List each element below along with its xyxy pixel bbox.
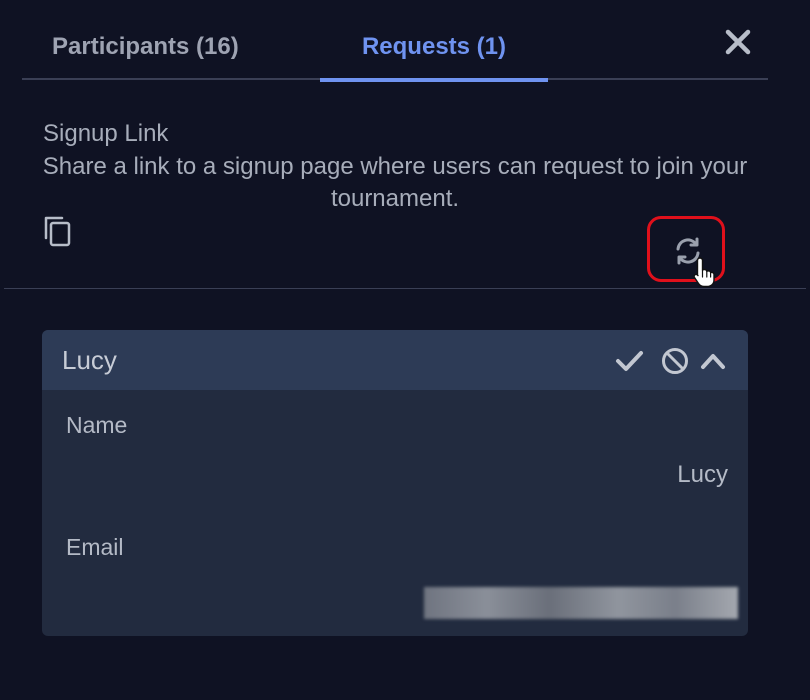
request-card: Lucy Name Lucy Email [42,330,748,636]
request-panel: Participants (16) Requests (1) Signup Li… [0,0,810,700]
collapse-button[interactable] [698,346,728,376]
active-tab-indicator [320,78,548,82]
approve-button[interactable] [614,346,644,376]
chevron-up-icon [701,354,725,369]
reject-button[interactable] [660,346,690,376]
close-icon [725,29,751,55]
tab-bar: Participants (16) Requests (1) [22,22,768,82]
section-divider [4,288,806,289]
checkmark-icon [616,351,643,371]
name-field-label: Name [66,412,128,438]
signup-link-description: Share a link to a signup page where user… [42,153,748,212]
block-icon [662,348,688,374]
request-card-header[interactable]: Lucy [42,330,748,390]
copy-link-button[interactable] [42,214,74,248]
email-field-value [424,587,738,619]
close-button[interactable] [722,26,754,58]
email-field-label: Email [66,534,124,560]
copy-icon [44,216,71,247]
request-card-title: Lucy [62,345,117,375]
tab-participants[interactable]: Participants (16) [52,32,239,76]
tab-requests-label: Requests (1) [361,33,507,60]
signup-link-label: Signup Link [43,120,169,147]
hand-pointer-icon [692,256,718,288]
name-field-value: Lucy [677,461,728,488]
tab-requests[interactable]: Requests (1) [320,32,548,82]
